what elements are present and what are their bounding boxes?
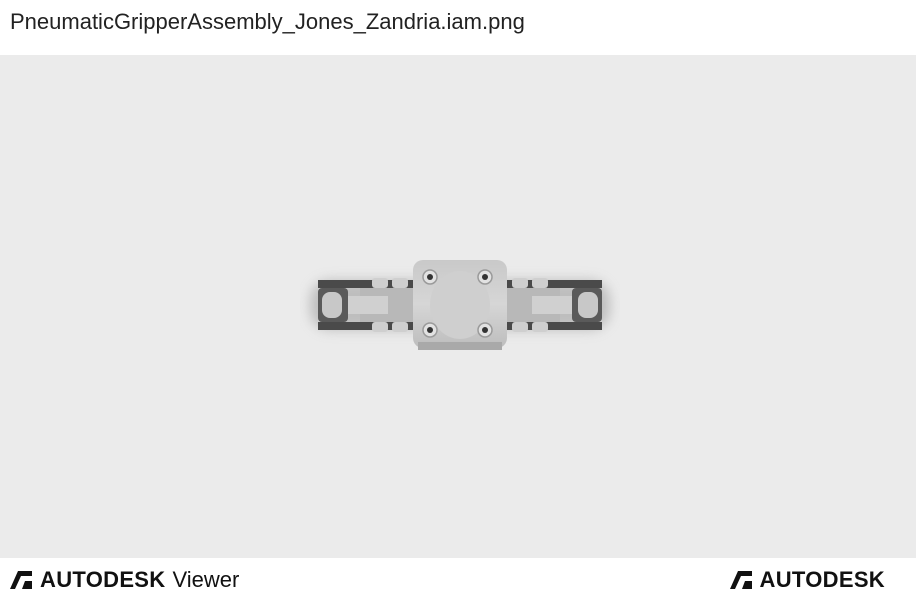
gripper-assembly-model[interactable] [300,250,620,360]
footer-bar: AUTODESK Viewer AUTODESK [0,558,916,609]
brand-name: AUTODESK [759,567,885,592]
brand-name: AUTODESK [40,567,166,592]
autodesk-logo-icon [729,571,752,589]
autodesk-logo-icon [10,571,32,589]
model-viewport[interactable] [0,55,916,558]
autodesk-brand[interactable]: AUTODESK [729,567,885,592]
header-bar: PneumaticGripperAssembly_Jones_Zandria.i… [0,0,916,55]
product-name: Viewer [172,567,240,592]
file-title: PneumaticGripperAssembly_Jones_Zandria.i… [10,9,525,34]
autodesk-viewer-brand[interactable]: AUTODESK Viewer [10,567,240,592]
